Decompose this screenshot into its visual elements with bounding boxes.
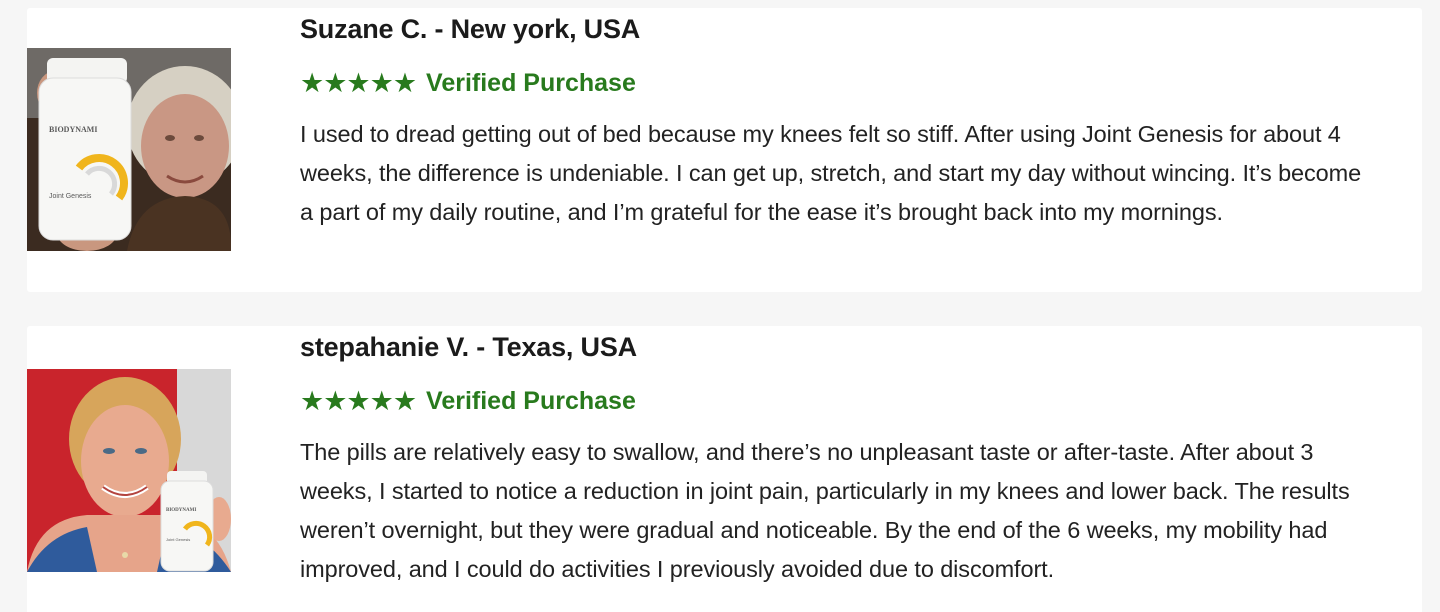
verified-purchase-badge: Verified Purchase [426, 68, 636, 97]
reviewer-name: stepahanie V. - Texas, USA [300, 332, 637, 362]
customer-with-bottle-image: BIODYNAMI Joint Genesis [27, 48, 231, 251]
bottle-brand-label: BIODYNAMI [166, 508, 196, 513]
reviewer-name: Suzane C. - New york, USA [300, 14, 641, 44]
reviews-list: BIODYNAMI Joint Genesis Suzane C. - New … [0, 0, 1440, 612]
verified-purchase-badge: Verified Purchase [426, 386, 636, 415]
rating-row: ★★★★★ Verified Purchase [300, 383, 1362, 419]
reviewer-photo: BIODYNAMI Joint Genesis [27, 48, 231, 251]
review-text: I used to dread getting out of bed becau… [300, 121, 1362, 225]
bottle-brand-label: BIODYNAMI [49, 125, 97, 134]
review-text: The pills are relatively easy to swallow… [300, 439, 1350, 582]
reviewer-photo: BIODYNAMI Joint Genesis [27, 369, 231, 572]
rating-row: ★★★★★ Verified Purchase [300, 65, 1362, 101]
customer-with-bottle-image: BIODYNAMI Joint Genesis [27, 369, 231, 572]
review-body: stepahanie V. - Texas, USA ★★★★★ Verifie… [300, 326, 1362, 589]
bottle-product-label: Joint Genesis [49, 193, 92, 200]
review-card: BIODYNAMI Joint Genesis Suzane C. - New … [27, 8, 1422, 292]
bottle-product-label: Joint Genesis [166, 537, 190, 542]
review-card: BIODYNAMI Joint Genesis stepahanie V. - … [27, 326, 1422, 612]
star-rating-icon: ★★★★★ [300, 385, 417, 416]
star-rating-icon: ★★★★★ [300, 67, 417, 98]
review-body: Suzane C. - New york, USA ★★★★★ Verified… [300, 8, 1362, 232]
